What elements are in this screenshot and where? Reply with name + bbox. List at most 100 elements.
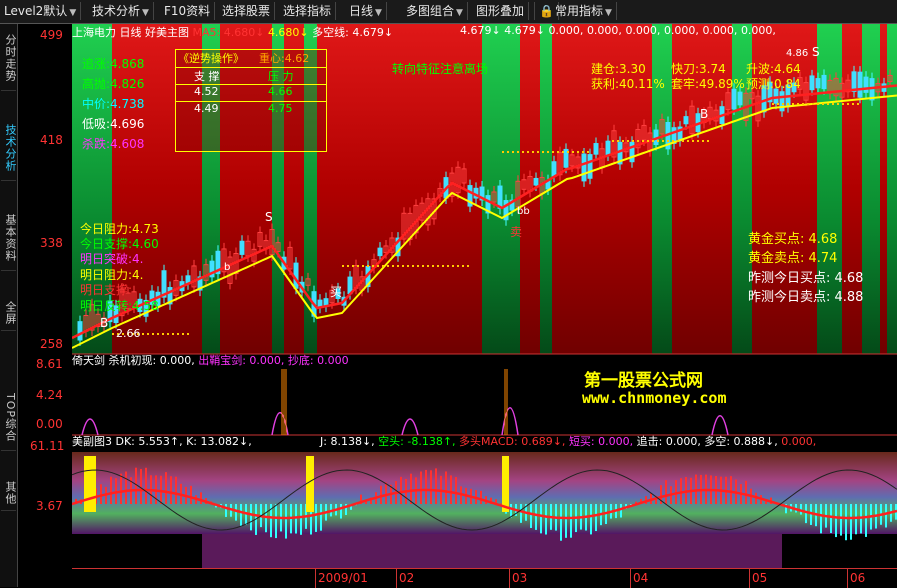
candle bbox=[587, 154, 593, 179]
menu-bar: Level2默认 ▼ 技术分析 ▼ F10资料 选择股票 选择指标 日线 ▼ 多图组合… bbox=[0, 0, 897, 24]
candle bbox=[533, 177, 539, 186]
info-gaopao: 高抛:4.826 bbox=[82, 77, 145, 91]
info-zhuizhang: 追涨:4.868 bbox=[82, 57, 145, 71]
stat-yuce: 预测:0.84 bbox=[746, 77, 801, 91]
header-value: 4.679↓ bbox=[504, 24, 545, 37]
table-cell: 4.49 bbox=[194, 102, 219, 115]
indicator-name[interactable]: 好美主图 bbox=[145, 26, 189, 39]
x-tick: 06 bbox=[850, 571, 866, 585]
table-cell: 4.75 bbox=[268, 102, 293, 115]
bottom-value: DK: 5.553↑, bbox=[115, 435, 183, 448]
green-band bbox=[652, 24, 672, 354]
mark-buy-cn: 买 bbox=[330, 285, 343, 299]
mark-sell: S bbox=[265, 210, 273, 224]
menu-overlay[interactable]: 图形叠加 bbox=[472, 2, 530, 20]
price-tag: 4.86 bbox=[786, 48, 809, 59]
y-tick-000: 0.00 bbox=[36, 417, 63, 431]
watermark-title: 第一股票公式网 bbox=[584, 371, 703, 391]
green-band bbox=[862, 24, 880, 354]
middle-value: 出鞘宝剑: 0.000, bbox=[198, 354, 285, 367]
tab-top[interactable]: TOP综合 bbox=[1, 386, 17, 451]
main-header-right: 4.679↓ 4.679↓ 0.000, 0.000, 0.000, 0.000… bbox=[460, 24, 776, 38]
chevron-down-icon: ▼ bbox=[456, 8, 463, 18]
ma-value-2: 4.680↓ bbox=[267, 26, 309, 39]
menu-common-indicators[interactable]: 常用指标 ▼ bbox=[551, 2, 617, 20]
bottom-value: 追击: 0.000, bbox=[636, 435, 701, 448]
tab-other[interactable]: 其他 bbox=[1, 476, 17, 511]
mark-sell-2: S bbox=[812, 45, 820, 59]
candle bbox=[77, 321, 83, 341]
tomorrow-breakout: 明日突破:4. bbox=[80, 252, 144, 266]
header-value: 0.000, bbox=[663, 24, 699, 37]
bottom-panel-shade bbox=[202, 534, 782, 568]
candle bbox=[863, 76, 869, 93]
table-row: 4.52 4.66 bbox=[176, 84, 326, 102]
green-band bbox=[887, 24, 897, 354]
bottom-header: 美副图3 DK: 5.553↑, K: 13.082↓, bbox=[72, 433, 252, 448]
candle bbox=[377, 247, 383, 257]
candle bbox=[551, 161, 557, 177]
candle bbox=[731, 88, 737, 110]
bottom-value: 空头: -8.138↑, bbox=[378, 435, 456, 448]
menu-daily[interactable]: 日线 ▼ bbox=[345, 2, 387, 20]
period-label: 日线 bbox=[119, 26, 142, 39]
info-dixi: 低吸:4.696 bbox=[82, 117, 145, 131]
chevron-down-icon: ▼ bbox=[375, 8, 382, 18]
header-value: 0.000, bbox=[702, 24, 738, 37]
mark-bb: bb bbox=[517, 206, 530, 217]
bottom-value: K: 13.082↓, bbox=[186, 435, 252, 448]
side-tab-bar: 分时走势 技术分析 基本资料 全屏 TOP综合 其他 bbox=[0, 24, 18, 587]
tab-fullscreen[interactable]: 全屏 bbox=[1, 296, 17, 331]
x-divider bbox=[315, 569, 316, 588]
x-divider bbox=[396, 569, 397, 588]
bottom-indicator-name[interactable]: 美副图3 bbox=[72, 435, 112, 448]
menu-f10[interactable]: F10资料 bbox=[160, 2, 216, 20]
middle-value: 杀机初现: 0.000, bbox=[108, 354, 195, 367]
middle-header: 倚天剑 杀机初现: 0.000, 出鞘宝剑: 0.000, 抄底: 0.000 bbox=[72, 352, 349, 367]
table-zhongxin: 重心:4.62 bbox=[259, 52, 310, 65]
trend-warning: 转向特征注意离场 bbox=[392, 62, 489, 76]
bottom-value: 多空: 0.888↓, bbox=[704, 435, 778, 448]
middle-panel-bg bbox=[72, 355, 897, 435]
candle bbox=[821, 74, 827, 90]
candle bbox=[815, 78, 821, 89]
candle bbox=[239, 240, 245, 255]
chevron-down-icon: ▼ bbox=[69, 8, 77, 18]
x-divider bbox=[630, 569, 631, 588]
watermark-url: www.chnmoney.com bbox=[582, 389, 727, 407]
bottom-header-right: J: 8.138↓, 空头: -8.138↑, 多头MACD: 0.689↓, … bbox=[320, 433, 816, 448]
menu-select-stock[interactable]: 选择股票 bbox=[218, 2, 276, 20]
y-tick-424: 4.24 bbox=[36, 388, 63, 402]
main-header: 上海电力 日线 好美主图 MA5: 4.680↓ 4.680↓ 多空线: 4.6… bbox=[72, 24, 393, 39]
support-resistance-table: 《逆势操作》 重心:4.62 支 撑 压 力 4.52 4.66 4.49 4.… bbox=[175, 49, 327, 152]
menu-tech-analysis[interactable]: 技术分析 ▼ bbox=[88, 2, 154, 20]
header-value: 0.000, bbox=[740, 24, 776, 37]
y-tick-258: 258 bbox=[40, 337, 63, 351]
x-divider bbox=[509, 569, 510, 588]
y-tick-338: 338 bbox=[40, 236, 63, 250]
info-zhongjia: 中价:4.738 bbox=[82, 97, 145, 111]
header-value: 0.000, bbox=[625, 24, 661, 37]
chevron-down-icon: ▼ bbox=[605, 8, 612, 18]
table-header-row: 支 撑 压 力 bbox=[176, 67, 326, 85]
signal-column bbox=[502, 456, 509, 512]
header-value: 0.000, bbox=[548, 24, 584, 37]
tomorrow-support: 明日支撑: bbox=[80, 283, 133, 297]
tab-intraday[interactable]: 分时走势 bbox=[1, 26, 17, 91]
menu-level2[interactable]: Level2默认 ▼ bbox=[0, 2, 82, 20]
middle-indicator-name[interactable]: 倚天剑 bbox=[72, 354, 105, 367]
menu-multi-chart[interactable]: 多图组合 ▼ bbox=[402, 2, 468, 20]
x-tick: 03 bbox=[512, 571, 528, 585]
x-tick: 02 bbox=[399, 571, 415, 585]
menu-select-indicator[interactable]: 选择指标 bbox=[279, 2, 337, 20]
tab-technical[interactable]: 技术分析 bbox=[1, 116, 17, 181]
x-tick: 04 bbox=[633, 571, 649, 585]
candle bbox=[605, 140, 611, 156]
ma5-value: MA5: 4.680↓ bbox=[192, 26, 265, 39]
signal-column bbox=[84, 456, 96, 512]
tab-fundamentals[interactable]: 基本资料 bbox=[1, 206, 17, 271]
stat-taolao: 套牢:49.89% bbox=[671, 77, 745, 91]
candle bbox=[737, 91, 743, 106]
table-row: 4.49 4.75 bbox=[176, 101, 326, 119]
mark-small-b: b bbox=[224, 262, 231, 273]
